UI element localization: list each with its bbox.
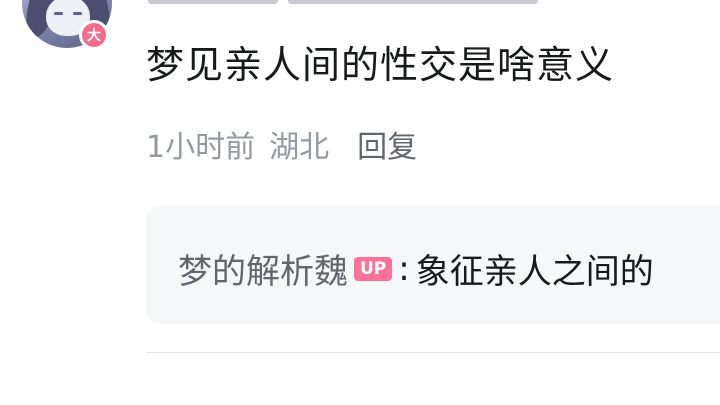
comment-meta: 1小时前 湖北 回复 bbox=[146, 122, 417, 166]
avatar-eye-right bbox=[73, 12, 82, 15]
reply-colon: : bbox=[398, 248, 410, 289]
reply-button[interactable]: 回复 bbox=[357, 122, 417, 166]
divider bbox=[146, 352, 720, 353]
reply-content: 象征亲人之间的 bbox=[415, 252, 654, 292]
comment-text: 梦见亲人间的性交是啥意义 bbox=[146, 43, 615, 87]
comment-screen: 大 梦见亲人间的性交是啥意义 1小时前 湖北 回复 梦的解析魏 UP : 象征亲… bbox=[0, 0, 720, 405]
comment-location: 湖北 bbox=[269, 130, 330, 165]
level-badge: 大 bbox=[79, 20, 109, 50]
reply-author[interactable]: 梦的解析魏 bbox=[178, 244, 348, 293]
up-badge: UP bbox=[354, 256, 393, 281]
reply-preview[interactable]: 梦的解析魏 UP : 象征亲人之间的 bbox=[146, 206, 720, 324]
reply-line: 梦的解析魏 UP : 象征亲人之间的 bbox=[178, 244, 654, 293]
avatar-eye-left bbox=[54, 12, 63, 15]
username-strip bbox=[148, 0, 538, 6]
comment-time: 1小时前 bbox=[146, 130, 256, 165]
